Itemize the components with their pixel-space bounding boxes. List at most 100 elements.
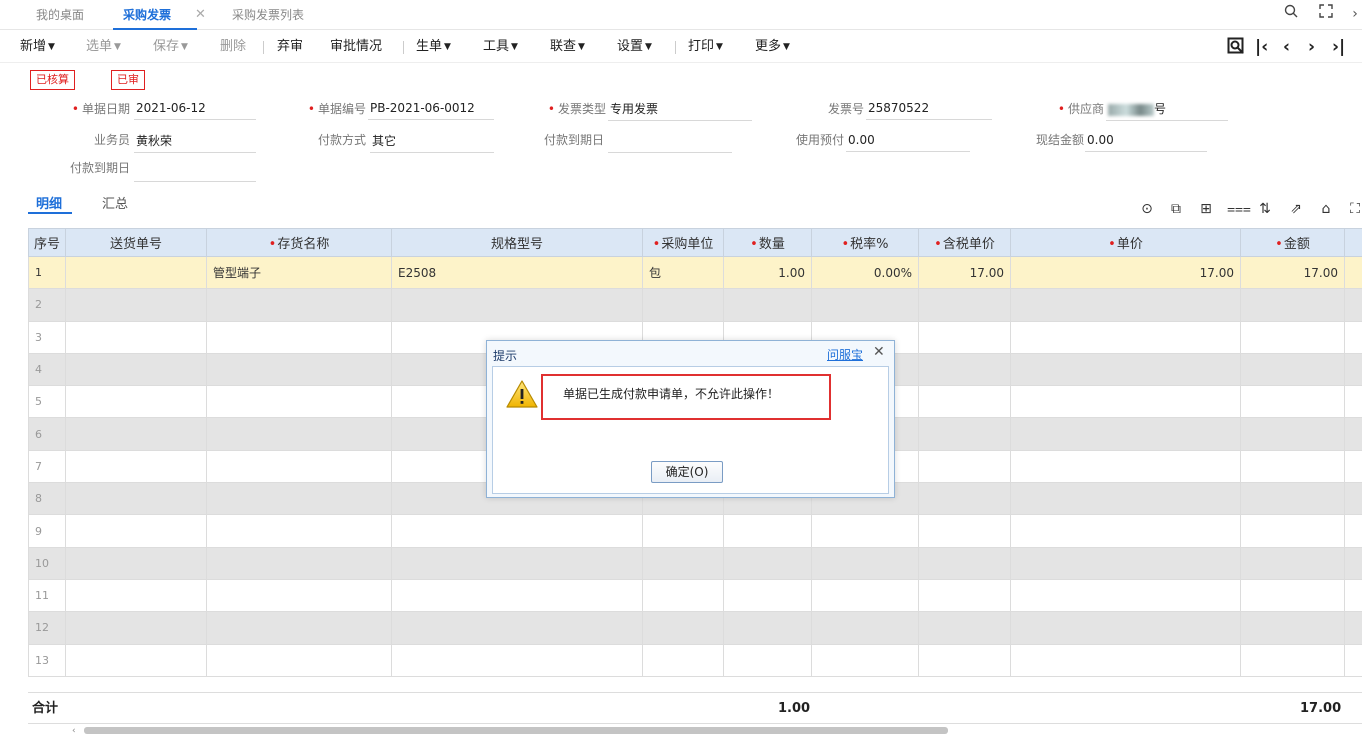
fullscreen-icon[interactable]	[1316, 4, 1336, 24]
preview-icon[interactable]	[1227, 37, 1245, 57]
doc-no-field[interactable]: PB-2021-06-0012	[368, 98, 494, 120]
cell[interactable]	[1011, 418, 1241, 450]
location-icon[interactable]: ⊙	[1139, 201, 1155, 217]
price-with-tax-cell[interactable]: 17.00	[919, 257, 1011, 289]
cell[interactable]	[724, 579, 812, 611]
due-date-field[interactable]	[608, 131, 732, 153]
cell[interactable]	[1011, 612, 1241, 644]
generate-button[interactable]: 生单▼	[416, 31, 451, 63]
column-header[interactable]: •含税单价	[919, 229, 1011, 257]
ok-button[interactable]: 确定(O)	[651, 461, 723, 483]
cell[interactable]	[207, 483, 392, 515]
cell[interactable]	[812, 547, 919, 579]
cell[interactable]	[66, 579, 207, 611]
cell[interactable]	[1011, 450, 1241, 482]
first-record-icon[interactable]: |‹	[1255, 37, 1268, 57]
cell[interactable]	[1011, 644, 1241, 676]
tab-desktop[interactable]: 我的桌面	[36, 0, 84, 30]
cell[interactable]	[1011, 386, 1241, 418]
cell[interactable]	[643, 644, 724, 676]
cell[interactable]	[812, 515, 919, 547]
cell[interactable]	[919, 612, 1011, 644]
cell[interactable]	[207, 353, 392, 385]
column-header[interactable]: •存货名称	[207, 229, 392, 257]
settings-button[interactable]: 设置▼	[617, 31, 652, 63]
tab-summary[interactable]: 汇总	[102, 193, 128, 212]
cell[interactable]	[66, 418, 207, 450]
last-record-icon[interactable]: ›|	[1332, 37, 1345, 57]
cell[interactable]	[207, 418, 392, 450]
cell[interactable]	[1241, 515, 1345, 547]
close-icon[interactable]: ✕	[873, 344, 885, 360]
table-row[interactable]: 10	[29, 547, 1362, 579]
tab-detail[interactable]: 明细	[36, 193, 62, 212]
cell[interactable]	[1011, 353, 1241, 385]
column-header[interactable]: 规格型号	[392, 229, 643, 257]
paste-row-icon[interactable]: ⊞	[1198, 201, 1214, 217]
due-date2-field[interactable]	[134, 160, 256, 182]
tools-button[interactable]: 工具▼	[483, 31, 518, 63]
cell[interactable]	[1011, 515, 1241, 547]
cell[interactable]	[724, 612, 812, 644]
cell[interactable]	[66, 386, 207, 418]
invoice-type-field[interactable]: 专用发票	[608, 99, 752, 121]
cell[interactable]	[207, 289, 392, 321]
help-link[interactable]: 问服宝	[827, 346, 863, 363]
cell[interactable]	[392, 289, 643, 321]
invoice-no-field[interactable]: 25870522	[866, 98, 992, 120]
cell[interactable]	[207, 321, 392, 353]
cell[interactable]	[643, 579, 724, 611]
column-header[interactable]: •数量	[724, 229, 812, 257]
cell[interactable]	[919, 418, 1011, 450]
cell[interactable]	[1011, 289, 1241, 321]
more-button[interactable]: 更多▼	[755, 31, 790, 63]
cell[interactable]	[392, 547, 643, 579]
column-header[interactable]: •税率%	[812, 229, 919, 257]
cell[interactable]	[1241, 418, 1345, 450]
cell[interactable]	[392, 612, 643, 644]
cell[interactable]	[919, 450, 1011, 482]
cell[interactable]	[919, 579, 1011, 611]
column-header[interactable]: 序号	[29, 229, 66, 257]
cell[interactable]	[643, 515, 724, 547]
scroll-left-icon[interactable]: ‹	[72, 726, 76, 736]
cell[interactable]	[1241, 547, 1345, 579]
cell[interactable]	[919, 515, 1011, 547]
cell[interactable]	[724, 644, 812, 676]
save-button[interactable]: 保存▼	[153, 31, 188, 63]
cell[interactable]	[66, 483, 207, 515]
expand-icon[interactable]: ⛶	[1347, 201, 1362, 217]
table-row[interactable]: 11	[29, 579, 1362, 611]
column-settings-icon[interactable]: ⇅	[1257, 201, 1273, 217]
cell[interactable]	[1241, 579, 1345, 611]
tab-purchase-invoice-list[interactable]: 采购发票列表	[232, 0, 304, 30]
cell[interactable]	[1011, 579, 1241, 611]
delivery-no-cell[interactable]	[66, 257, 207, 289]
cell[interactable]	[812, 612, 919, 644]
cell[interactable]	[1241, 321, 1345, 353]
approval-status-button[interactable]: 审批情况	[330, 31, 382, 63]
query-button[interactable]: 联查▼	[550, 31, 585, 63]
cell[interactable]	[1011, 547, 1241, 579]
doc-date-field[interactable]: 2021-06-12	[134, 98, 256, 120]
unit-cell[interactable]: 包	[643, 257, 724, 289]
amount-cell[interactable]: 17.00	[1241, 257, 1345, 289]
cell[interactable]	[1011, 321, 1241, 353]
cell[interactable]	[66, 289, 207, 321]
cell[interactable]	[1241, 353, 1345, 385]
tab-scroll-right-icon[interactable]: ›	[1348, 4, 1362, 24]
column-header[interactable]: •金额	[1241, 229, 1345, 257]
table-row[interactable]: 13	[29, 644, 1362, 676]
cell[interactable]	[207, 386, 392, 418]
cell[interactable]	[392, 515, 643, 547]
table-row[interactable]: 1 管型端子 E2508 包 1.00 0.00% 17.00 17.00 17…	[29, 257, 1362, 289]
cell[interactable]	[1241, 289, 1345, 321]
copy-row-icon[interactable]: ⧉	[1168, 201, 1184, 217]
cell[interactable]	[207, 450, 392, 482]
cell[interactable]	[812, 644, 919, 676]
cell[interactable]	[207, 547, 392, 579]
search-icon[interactable]	[1281, 4, 1301, 24]
cell[interactable]	[1241, 386, 1345, 418]
export-icon[interactable]: ⇗	[1288, 201, 1304, 217]
cell[interactable]	[1011, 483, 1241, 515]
